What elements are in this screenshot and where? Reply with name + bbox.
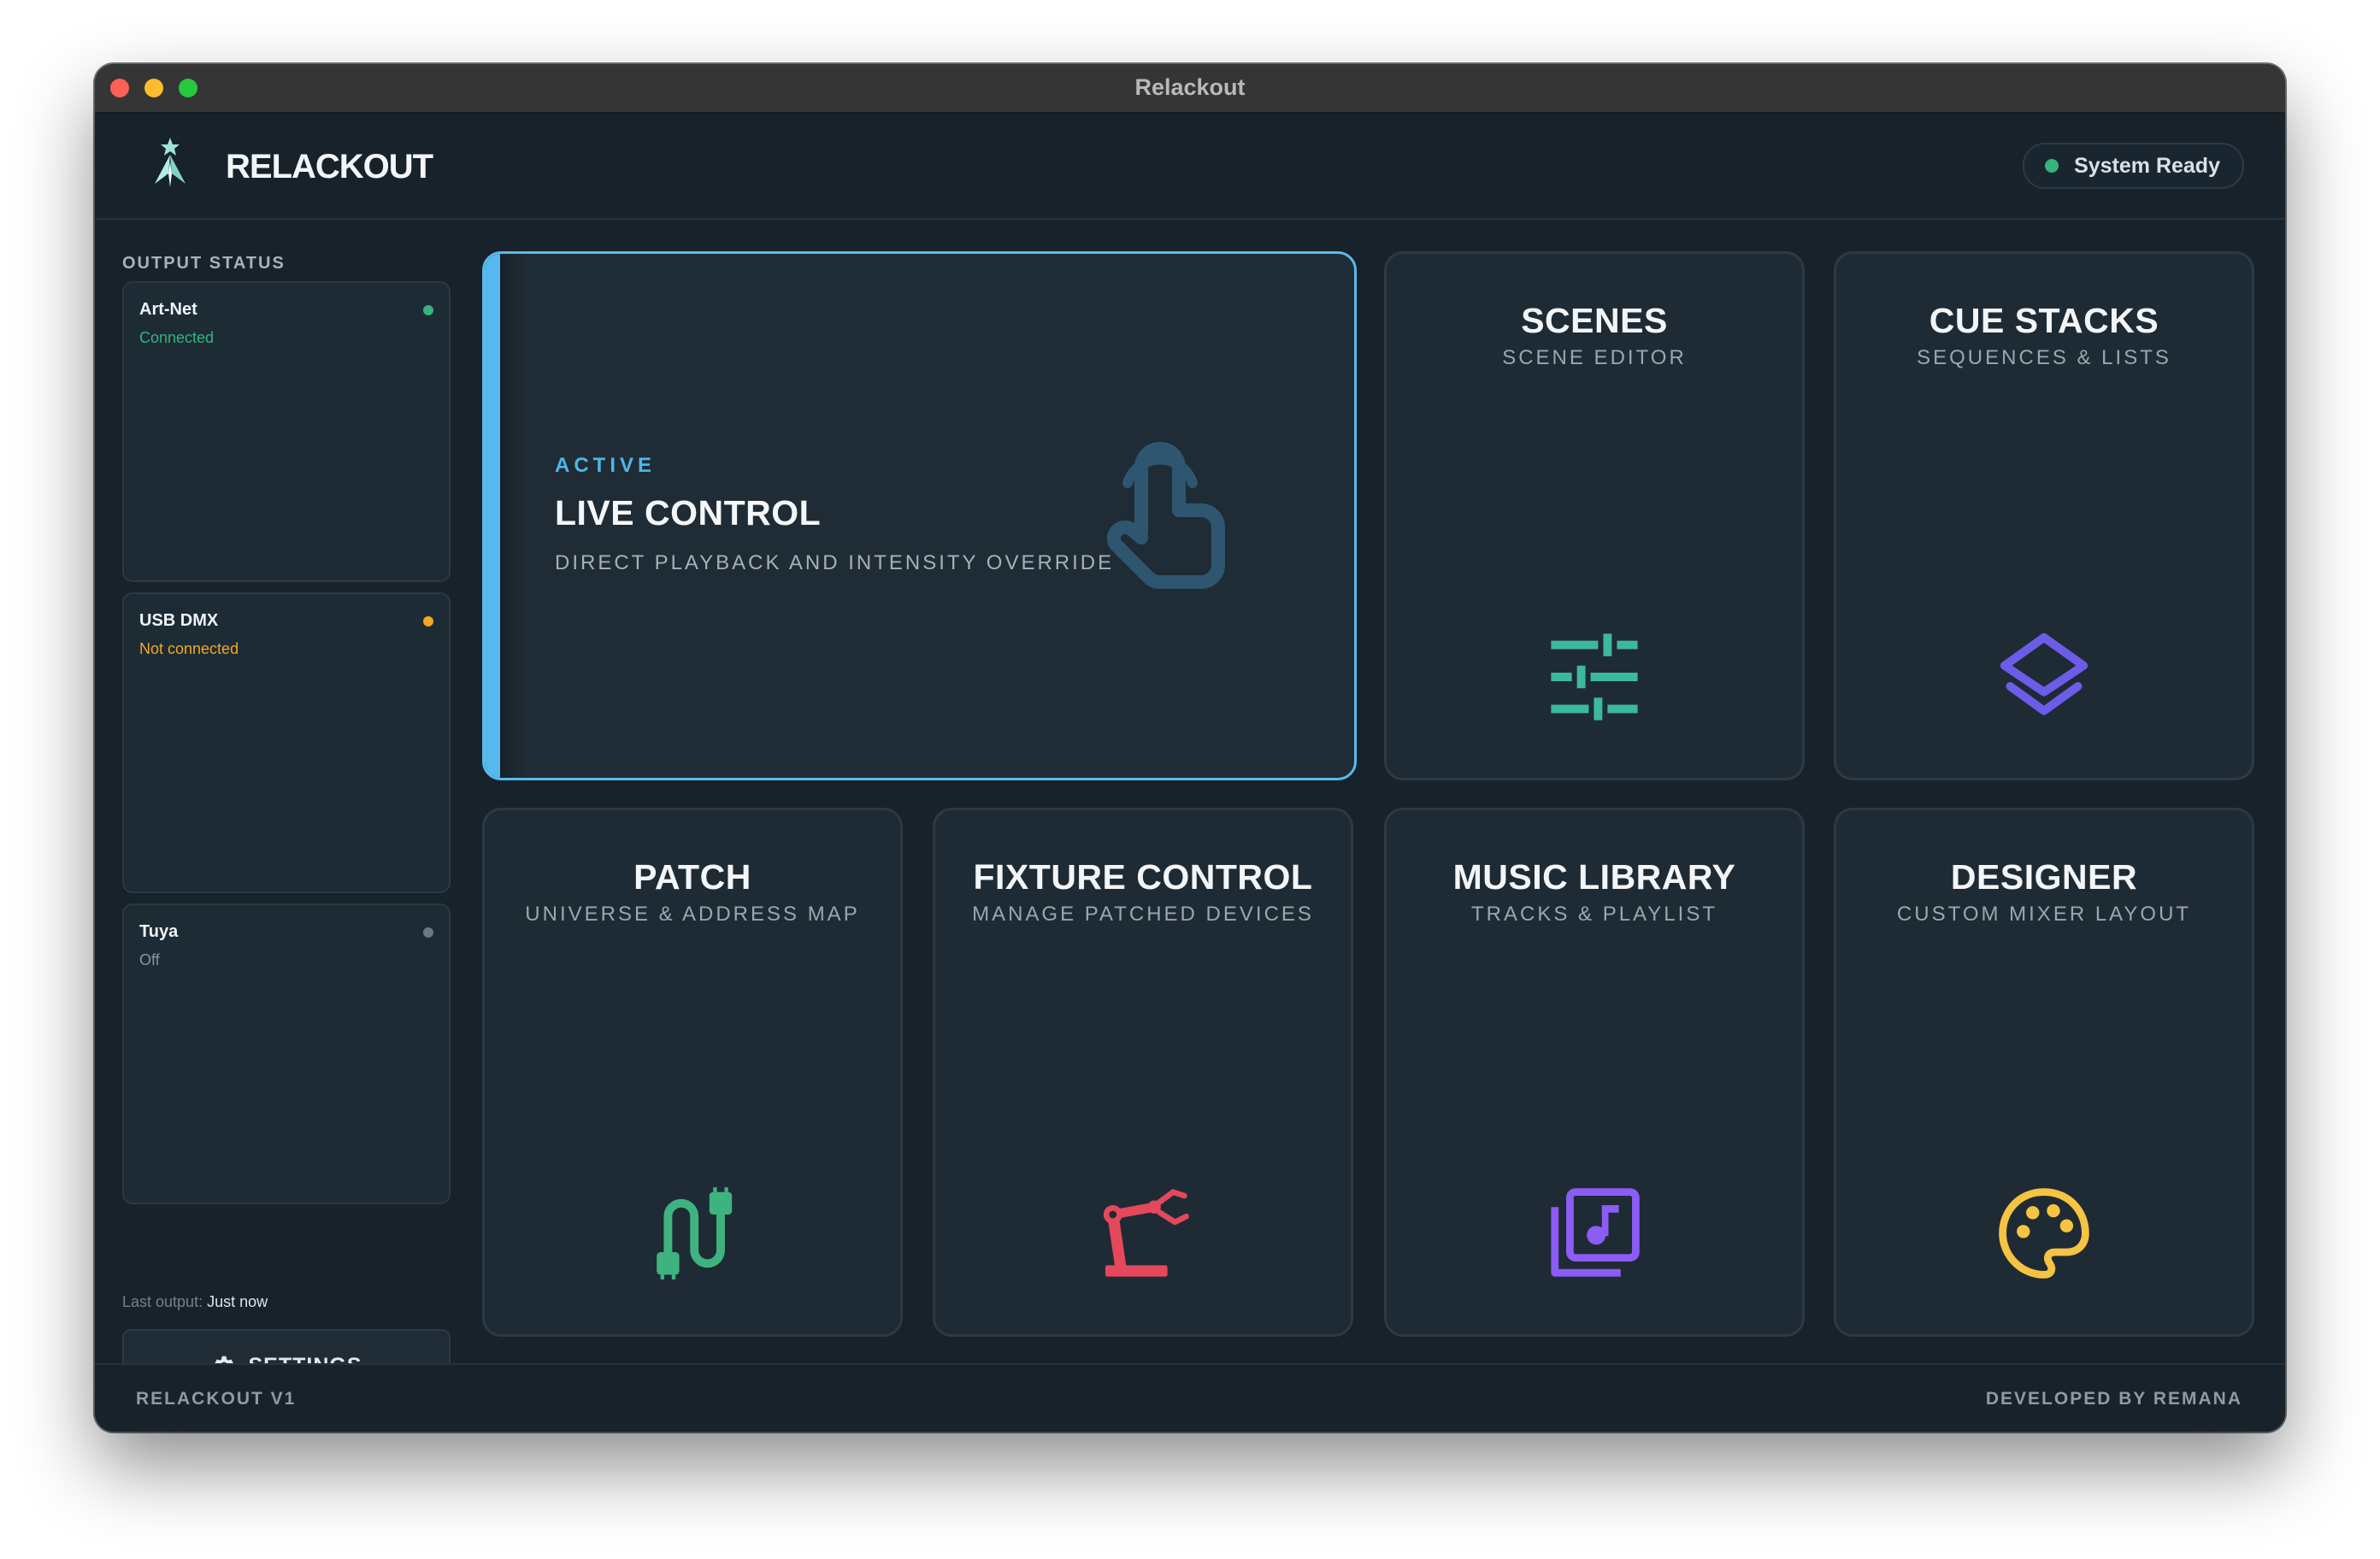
tile-subtitle: SCENE EDITOR bbox=[1502, 346, 1687, 369]
hand-pointer-icon bbox=[1106, 442, 1225, 589]
app-window: Relackout RELACKOUT System Ready OUTPUT … bbox=[95, 64, 2285, 1432]
tile-subtitle: UNIVERSE & ADDRESS MAP bbox=[525, 903, 860, 926]
output-name: USB DMX bbox=[139, 611, 219, 630]
tile-subtitle: MANAGE PATCHED DEVICES bbox=[972, 903, 1314, 926]
output-name: Art-Net bbox=[139, 300, 197, 319]
live-control-subtitle: DIRECT PLAYBACK AND INTENSITY OVERRIDE bbox=[555, 551, 1115, 574]
tile-title: DESIGNER bbox=[1950, 857, 2138, 897]
patch-tile[interactable]: PATCH UNIVERSE & ADDRESS MAP bbox=[482, 808, 903, 1337]
output-status-title: OUTPUT STATUS bbox=[122, 254, 286, 273]
last-output-value: Just now bbox=[207, 1293, 268, 1310]
output-state: Connected bbox=[139, 329, 215, 346]
output-name: Tuya bbox=[139, 922, 179, 941]
app-footer: RELACKOUT V1 DEVELOPED BY REMANA bbox=[95, 1363, 2285, 1432]
output-state: Off bbox=[139, 951, 160, 968]
tile-title: SCENES bbox=[1521, 301, 1668, 340]
output-card-art-net[interactable]: Art-Net Connected bbox=[122, 281, 451, 582]
sliders-icon bbox=[1551, 633, 1638, 721]
last-output-info: Last output: Just now bbox=[122, 1293, 268, 1311]
output-status-dot bbox=[423, 927, 433, 938]
scenes-tile[interactable]: SCENES SCENE EDITOR bbox=[1384, 251, 1805, 780]
title-bar: Relackout bbox=[95, 64, 2285, 114]
active-badge: ACTIVE bbox=[555, 454, 657, 477]
tile-subtitle: SEQUENCES & LISTS bbox=[1917, 346, 2171, 369]
window-title: Relackout bbox=[1134, 74, 1246, 100]
status-dot bbox=[2045, 159, 2059, 173]
app-name: RELACKOUT bbox=[226, 148, 433, 185]
developer-credit: DEVELOPED BY REMANA bbox=[1985, 1389, 2242, 1409]
tile-title: FIXTURE CONTROL bbox=[973, 857, 1313, 897]
tile-subtitle: CUSTOM MIXER LAYOUT bbox=[1896, 903, 2192, 926]
designer-tile[interactable]: DESIGNER CUSTOM MIXER LAYOUT bbox=[1834, 808, 2254, 1337]
robot-arm-icon bbox=[1103, 1189, 1189, 1277]
active-accent-bar bbox=[485, 254, 500, 778]
cue-stacks-tile[interactable]: CUE STACKS SEQUENCES & LISTS bbox=[1834, 251, 2254, 780]
output-card-usb-dmx[interactable]: USB DMX Not connected bbox=[122, 592, 451, 893]
last-output-label: Last output: bbox=[122, 1293, 203, 1310]
music-library-tile[interactable]: MUSIC LIBRARY TRACKS & PLAYLIST bbox=[1384, 808, 1805, 1337]
output-status-dot bbox=[423, 616, 433, 627]
layers-icon bbox=[2000, 632, 2088, 715]
fixture-control-tile[interactable]: FIXTURE CONTROL MANAGE PATCHED DEVICES bbox=[933, 808, 1353, 1337]
output-card-tuya[interactable]: Tuya Off bbox=[122, 903, 451, 1204]
output-state: Not connected bbox=[139, 640, 239, 657]
app-header: RELACKOUT System Ready bbox=[95, 114, 2285, 220]
tile-title: CUE STACKS bbox=[1929, 301, 2159, 340]
output-status-dot bbox=[423, 305, 433, 315]
app-logo-icon bbox=[155, 138, 186, 187]
tile-title: PATCH bbox=[633, 857, 751, 897]
cable-icon bbox=[657, 1187, 733, 1280]
palette-icon bbox=[1999, 1188, 2089, 1279]
tile-subtitle: TRACKS & PLAYLIST bbox=[1471, 903, 1717, 926]
tile-title: MUSIC LIBRARY bbox=[1452, 857, 1736, 897]
music-library-icon bbox=[1551, 1188, 1640, 1277]
version-label: RELACKOUT V1 bbox=[136, 1389, 297, 1409]
system-status-badge: System Ready bbox=[2023, 143, 2244, 189]
system-status-label: System Ready bbox=[2074, 154, 2220, 178]
live-control-title: LIVE CONTROL bbox=[555, 493, 822, 532]
live-control-tile[interactable]: ACTIVE LIVE CONTROL DIRECT PLAYBACK AND … bbox=[482, 251, 1357, 780]
